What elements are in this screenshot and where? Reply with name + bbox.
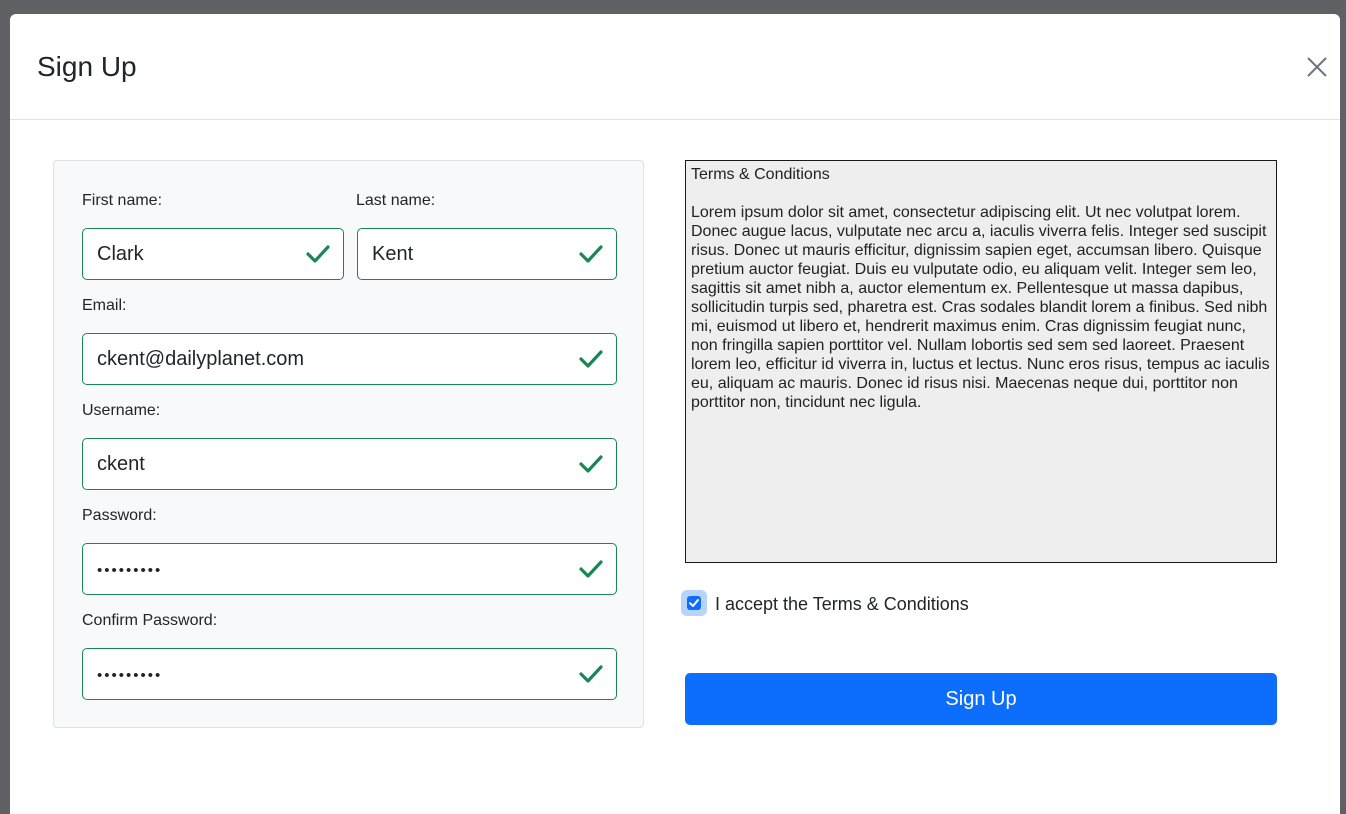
username-field[interactable]: ckent [82,438,617,490]
accept-terms-label[interactable]: I accept the Terms & Conditions [715,593,969,615]
check-icon [579,665,603,683]
password-value: ••••••••• [97,562,163,579]
check-icon [306,245,330,263]
check-icon [579,560,603,578]
terms-title: Terms & Conditions [691,166,830,183]
modal-title: Sign Up [37,51,137,82]
confirm-password-value: ••••••••• [97,667,163,684]
close-button[interactable] [1302,52,1332,82]
first-name-value: Clark [97,243,144,265]
last-name-value: Kent [372,243,414,265]
first-name-field[interactable]: Clark [82,228,344,280]
check-icon [579,245,603,263]
last-name-field[interactable]: Kent [357,228,617,280]
sign-up-button[interactable]: Sign Up [685,673,1277,725]
last-name-label: Last name: [356,192,436,209]
confirm-password-label: Confirm Password: [82,612,218,629]
password-label: Password: [82,507,157,524]
terms-textarea[interactable]: Terms & Conditions Lorem ipsum dolor sit… [685,160,1277,563]
password-field[interactable]: ••••••••• [82,543,617,595]
check-icon [579,455,603,473]
first-name-label: First name: [82,192,163,209]
terms-body: Lorem ipsum dolor sit amet, consectetur … [691,204,1270,411]
modal-header: Sign Up [10,14,1340,120]
username-label: Username: [82,402,161,419]
signup-form-card: First name: Clark Last name: Kent Email:… [53,160,644,728]
accept-terms-checkbox[interactable] [681,590,707,616]
close-icon [1307,57,1327,77]
email-label: Email: [82,297,127,314]
email-field[interactable]: ckent@dailyplanet.com [82,333,617,385]
username-value: ckent [97,453,145,475]
confirm-password-field[interactable]: ••••••••• [82,648,617,700]
checkmark-icon [689,599,699,607]
check-icon [579,350,603,368]
email-value: ckent@dailyplanet.com [97,348,305,370]
